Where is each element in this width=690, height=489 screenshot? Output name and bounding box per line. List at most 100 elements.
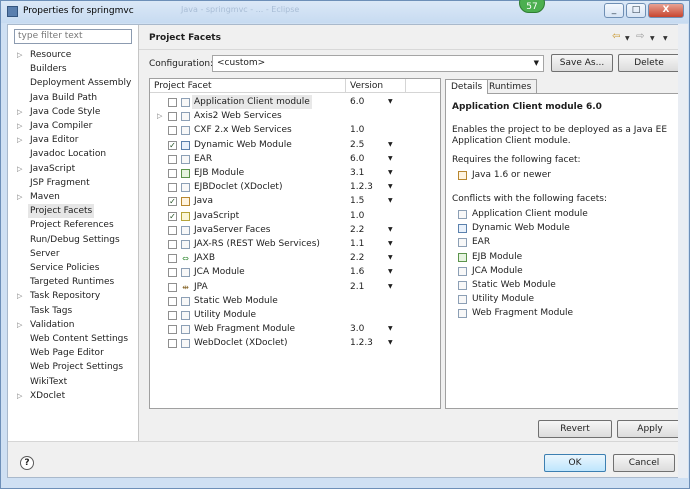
sidebar-item[interactable]: ▷ Java Compiler (8, 119, 138, 133)
back-dropdown-icon[interactable]: ▼ (625, 35, 630, 42)
column-header-facet[interactable]: Project Facet (154, 81, 212, 91)
revert-button[interactable]: Revert (538, 420, 612, 438)
tab-runtimes[interactable]: Runtimes (483, 79, 538, 94)
facet-version[interactable]: 6.0 (350, 152, 364, 166)
facet-checkbox[interactable] (168, 169, 177, 178)
version-dropdown-icon[interactable]: ▼ (388, 280, 393, 294)
expand-arrow-icon[interactable]: ▷ (17, 105, 22, 119)
expand-arrow-icon[interactable]: ▷ (17, 133, 22, 147)
sidebar-item[interactable]: WikiText (8, 375, 138, 389)
facet-row[interactable]: Static Web Module (150, 294, 440, 308)
facet-version[interactable]: 1.1 (350, 237, 364, 251)
facet-version[interactable]: 1.5 (350, 194, 364, 208)
sidebar-item[interactable]: Web Content Settings (8, 332, 138, 346)
facet-version[interactable]: 1.2.3 (350, 180, 373, 194)
sidebar-item[interactable]: Project References (8, 218, 138, 232)
facet-checkbox[interactable] (168, 98, 177, 107)
facet-row[interactable]: ⇔ JAXB 2.2 ▼ (150, 251, 440, 265)
sidebar-item[interactable]: Web Project Settings (8, 360, 138, 374)
facet-row[interactable]: WebDoclet (XDoclet) 1.2.3 ▼ (150, 336, 440, 350)
version-dropdown-icon[interactable]: ▼ (388, 138, 393, 152)
sidebar-item[interactable]: Targeted Runtimes (8, 275, 138, 289)
expand-arrow-icon[interactable]: ▷ (17, 318, 22, 332)
facet-checkbox[interactable] (168, 339, 177, 349)
version-dropdown-icon[interactable]: ▼ (388, 251, 393, 265)
filter-input[interactable]: type filter text (14, 29, 132, 44)
facet-checkbox[interactable] (168, 254, 177, 264)
maximize-button[interactable]: □ (626, 3, 646, 18)
version-dropdown-icon[interactable]: ▼ (388, 322, 393, 336)
sidebar-item[interactable]: Project Facets (8, 204, 138, 219)
version-dropdown-icon[interactable]: ▼ (388, 237, 393, 251)
sidebar-item[interactable]: ▷ Validation (8, 318, 138, 332)
facet-row[interactable]: Application Client module 6.0 ▼ (150, 95, 440, 109)
sidebar-item[interactable]: ▷ JavaScript (8, 162, 138, 176)
sidebar-item[interactable]: ▷ Resource (8, 48, 138, 62)
sidebar-item[interactable]: ▷ Maven (8, 190, 138, 204)
sidebar-item[interactable]: ▷ Java Editor (8, 133, 138, 147)
view-menu-icon[interactable]: ▼ (663, 35, 668, 42)
version-dropdown-icon[interactable]: ▼ (388, 265, 393, 279)
facet-version[interactable]: 2.2 (350, 223, 364, 237)
sidebar-item[interactable]: ▷ XDoclet (8, 389, 138, 403)
expand-arrow-icon[interactable]: ▷ (157, 109, 162, 123)
version-dropdown-icon[interactable]: ▼ (388, 152, 393, 166)
expand-arrow-icon[interactable]: ▷ (17, 48, 22, 62)
facet-checkbox[interactable] (168, 268, 177, 278)
facet-version[interactable]: 3.0 (350, 322, 364, 336)
facet-row[interactable]: EAR 6.0 ▼ (150, 152, 440, 166)
facet-checkbox[interactable]: ✓ (168, 140, 177, 150)
version-dropdown-icon[interactable]: ▼ (388, 95, 393, 109)
close-button[interactable]: X (648, 3, 684, 18)
facet-checkbox[interactable] (168, 183, 177, 193)
forward-arrow-icon[interactable]: ⇨ (636, 31, 644, 42)
facet-checkbox[interactable] (168, 126, 177, 136)
sidebar-item[interactable]: Builders (8, 62, 138, 76)
facet-row[interactable]: EJBDoclet (XDoclet) 1.2.3 ▼ (150, 180, 440, 194)
sidebar-item[interactable]: Server (8, 247, 138, 261)
back-arrow-icon[interactable]: ⇦ (612, 31, 620, 42)
version-dropdown-icon[interactable]: ▼ (388, 194, 393, 208)
cancel-button[interactable]: Cancel (613, 454, 675, 472)
configuration-select[interactable]: <custom> ▼ (212, 55, 544, 72)
sidebar-item[interactable]: Javadoc Location (8, 147, 138, 161)
forward-dropdown-icon[interactable]: ▼ (650, 35, 655, 42)
facet-row[interactable]: JavaServer Faces 2.2 ▼ (150, 223, 440, 237)
facet-checkbox[interactable] (168, 311, 177, 320)
expand-arrow-icon[interactable]: ▷ (17, 119, 22, 133)
facet-version[interactable]: 2.2 (350, 251, 364, 265)
facet-checkbox[interactable] (168, 240, 177, 249)
tab-details[interactable]: Details (445, 79, 489, 94)
facet-checkbox[interactable] (168, 282, 177, 292)
expand-arrow-icon[interactable]: ▷ (17, 190, 22, 204)
expand-arrow-icon[interactable]: ▷ (17, 389, 22, 403)
sidebar-item[interactable]: Java Build Path (8, 91, 138, 105)
facet-row[interactable]: Web Fragment Module 3.0 ▼ (150, 322, 440, 336)
facet-checkbox[interactable] (168, 296, 177, 306)
apply-button[interactable]: Apply (617, 420, 683, 438)
version-dropdown-icon[interactable]: ▼ (388, 180, 393, 194)
ok-button[interactable]: OK (544, 454, 606, 472)
facet-row[interactable]: Utility Module (150, 308, 440, 322)
sidebar-item[interactable]: Run/Debug Settings (8, 233, 138, 247)
facet-version[interactable]: 6.0 (350, 95, 364, 109)
version-dropdown-icon[interactable]: ▼ (388, 166, 393, 180)
facet-checkbox[interactable] (168, 225, 177, 235)
facet-checkbox[interactable]: ✓ (168, 197, 177, 207)
minimize-button[interactable]: _ (604, 3, 624, 18)
help-icon[interactable]: ? (20, 456, 34, 470)
version-dropdown-icon[interactable]: ▼ (388, 223, 393, 237)
sidebar-item[interactable]: Deployment Assembly (8, 76, 138, 90)
facet-version[interactable]: 1.6 (350, 265, 364, 279)
column-header-version[interactable]: Version (350, 81, 383, 91)
facet-row[interactable]: ✓ Java 1.5 ▼ (150, 194, 440, 208)
expand-arrow-icon[interactable]: ▷ (17, 289, 22, 303)
sidebar-item[interactable]: ▷ Task Repository (8, 289, 138, 303)
facet-version[interactable]: 2.1 (350, 280, 364, 294)
facet-version[interactable]: 1.2.3 (350, 336, 373, 350)
delete-button[interactable]: Delete (618, 54, 680, 72)
facet-checkbox[interactable] (168, 112, 177, 122)
facet-checkbox[interactable] (168, 154, 177, 164)
sidebar-item[interactable]: Service Policies (8, 261, 138, 275)
title-bar[interactable]: Properties for springmvc Java - springmv… (1, 0, 689, 23)
